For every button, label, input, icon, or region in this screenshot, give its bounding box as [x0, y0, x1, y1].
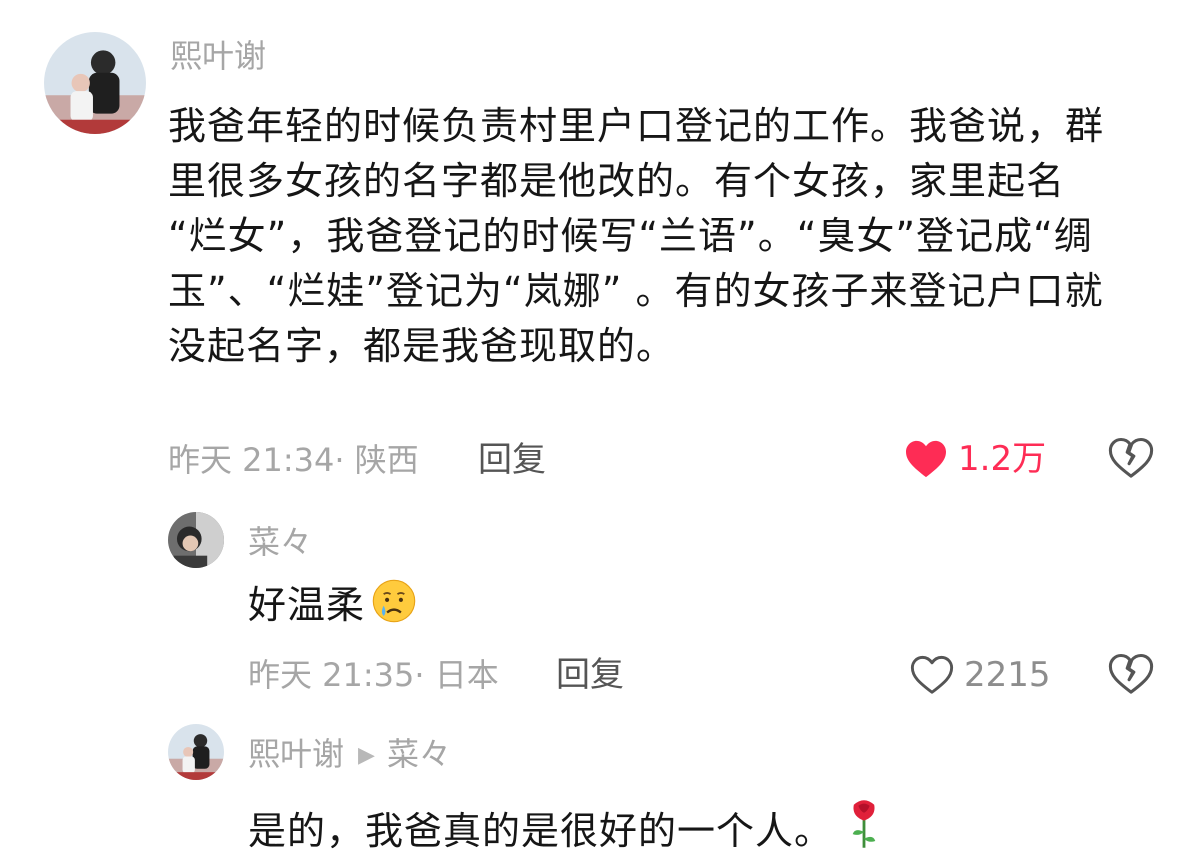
comment-text-line: 里很多女孩的名字都是他改的。有个女孩，家里起名: [168, 159, 1066, 203]
like-count: 1.2万: [958, 439, 1047, 479]
reply-button[interactable]: 回复: [556, 655, 624, 695]
broken-heart-icon: [1108, 437, 1154, 478]
dislike-button[interactable]: [1108, 653, 1154, 699]
avatar[interactable]: [44, 32, 146, 134]
comment-username[interactable]: 熙叶谢: [170, 36, 266, 76]
comment-reply: 熙叶谢 ▶ 菜々 是的，我爸真的是很好的一个人。: [0, 710, 1200, 865]
rose-icon: [852, 800, 876, 848]
comment-username[interactable]: 熙叶谢: [248, 735, 344, 773]
avatar[interactable]: [168, 512, 224, 568]
avatar-photo-icon: [44, 32, 146, 134]
broken-heart-icon: [1108, 653, 1154, 694]
comment-meta: 昨天 21:35· 日本: [248, 656, 499, 694]
comment-text-row: 是的，我爸真的是很好的一个人。: [248, 798, 881, 865]
dislike-button[interactable]: [1108, 437, 1154, 483]
comment-text: 我爸年轻的时候负责村里户口登记的工作。我爸说，群 里很多女孩的名字都是他改的。有…: [168, 99, 1104, 374]
comment-thread: 熙叶谢 我爸年轻的时候负责村里户口登记的工作。我爸说，群 里很多女孩的名字都是他…: [0, 0, 1200, 865]
reply-header: 熙叶谢 ▶ 菜々: [248, 734, 451, 776]
comment-main: 熙叶谢 我爸年轻的时候负责村里户口登记的工作。我爸说，群 里很多女孩的名字都是他…: [0, 0, 1200, 500]
crying-face-emoji: [371, 578, 417, 639]
rose-emoji: [847, 798, 881, 865]
avatar[interactable]: [168, 724, 224, 780]
comment-text: 是的，我爸真的是很好的一个人。: [248, 809, 834, 853]
reply-to-username[interactable]: 菜々: [387, 735, 451, 773]
comment-text: 好温柔: [248, 583, 366, 627]
like-button[interactable]: 2215: [910, 655, 1051, 695]
comment-text-row: 好温柔: [248, 578, 417, 639]
reply-button[interactable]: 回复: [478, 440, 546, 480]
avatar-photo-icon: [168, 724, 224, 780]
comment-text-line: 我爸年轻的时候负责村里户口登记的工作。我爸说，群: [168, 104, 1105, 148]
heart-outline-icon: [910, 655, 954, 694]
reply-arrow-icon: ▶: [358, 743, 375, 768]
comment-text-line: 没起名字，都是我爸现取的。: [168, 324, 676, 368]
comment-username[interactable]: 菜々: [248, 522, 312, 562]
avatar-photo-icon: [168, 512, 224, 568]
heart-filled-icon: [906, 440, 946, 478]
comment-text-line: 玉”、“烂娃”登记为“岚娜” 。有的女孩子来登记户口就: [168, 269, 1104, 313]
comment-text-line: “烂女”，我爸登记的时候写“兰语”。“臭女”登记成“绸: [168, 214, 1093, 258]
comment-meta: 昨天 21:34· 陕西: [168, 441, 419, 479]
like-button[interactable]: 1.2万: [904, 439, 1046, 479]
like-count: 2215: [964, 655, 1051, 695]
crying-face-icon: [372, 579, 416, 623]
comment-reply: 菜々 好温柔 昨天 21:35· 日本 回复 2215: [0, 500, 1200, 710]
